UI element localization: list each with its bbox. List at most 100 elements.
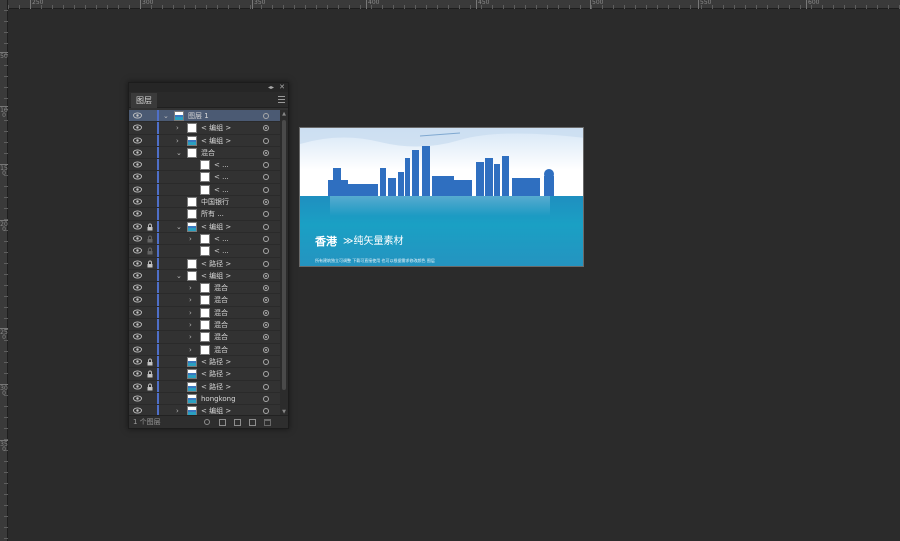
lock-icon[interactable] — [147, 370, 153, 378]
visibility-eye-icon[interactable] — [133, 173, 142, 181]
target-circle-icon[interactable] — [263, 395, 269, 402]
target-circle-icon[interactable] — [263, 346, 269, 353]
layer-row[interactable]: < ... — [129, 159, 280, 172]
layer-row[interactable]: › 混合 — [129, 306, 280, 320]
delete-layer-icon[interactable] — [264, 419, 271, 426]
layer-name[interactable]: < ... — [214, 184, 229, 196]
visibility-eye-icon[interactable] — [133, 124, 142, 131]
lock-icon[interactable] — [147, 247, 153, 255]
create-sublayer-icon[interactable] — [234, 419, 241, 426]
layer-row[interactable]: < ... — [129, 171, 280, 184]
layer-name[interactable]: 所有 ... — [201, 208, 224, 220]
layer-row[interactable]: › < 编组 > — [129, 122, 280, 135]
target-circle-icon[interactable] — [263, 125, 269, 132]
chevron-right-icon[interactable]: › — [189, 283, 192, 293]
layer-name[interactable]: < 路径 > — [201, 381, 231, 393]
layer-row[interactable]: ⌄ < 编组 > — [129, 220, 280, 233]
target-circle-icon[interactable] — [263, 322, 269, 329]
lock-icon[interactable] — [147, 235, 153, 243]
layer-name[interactable]: < 编组 > — [201, 122, 231, 134]
chevron-right-icon[interactable]: › — [176, 123, 179, 133]
target-circle-icon[interactable] — [263, 211, 269, 218]
chevron-right-icon[interactable]: › — [189, 295, 192, 305]
layer-name[interactable]: 混合 — [214, 282, 228, 294]
layer-name[interactable]: < ... — [214, 171, 229, 183]
chevron-right-icon[interactable]: › — [189, 332, 192, 342]
layer-row[interactable]: < 路径 > — [129, 380, 280, 393]
visibility-eye-icon[interactable] — [133, 346, 142, 353]
visibility-eye-icon[interactable] — [133, 407, 142, 414]
lock-icon[interactable] — [147, 358, 153, 366]
locate-object-icon[interactable] — [204, 419, 210, 425]
visibility-eye-icon[interactable] — [133, 296, 142, 304]
chevron-down-icon[interactable]: ⌄ — [176, 148, 182, 158]
layer-row[interactable]: < ... — [129, 183, 280, 197]
visibility-eye-icon[interactable] — [133, 161, 142, 168]
visibility-eye-icon[interactable] — [133, 112, 142, 119]
chevron-down-icon[interactable]: ⌄ — [163, 111, 169, 121]
layer-row[interactable]: › 混合 — [129, 282, 280, 295]
visibility-eye-icon[interactable] — [133, 370, 142, 377]
target-circle-icon[interactable] — [263, 408, 269, 415]
chevron-right-icon[interactable]: › — [189, 308, 192, 318]
chevron-right-icon[interactable]: › — [176, 136, 179, 146]
layer-name[interactable]: < ... — [214, 245, 229, 257]
layer-row[interactable]: ⌄ < 编组 > — [129, 269, 280, 283]
scroll-up-icon[interactable]: ▲ — [281, 111, 287, 117]
chevron-down-icon[interactable]: ⌄ — [176, 271, 182, 281]
artboard[interactable]: 香港 ≫纯矢量素材 所有建筑独立可调整 下载可直接使用 也可以根据需求修改颜色 … — [299, 127, 584, 267]
visibility-eye-icon[interactable] — [133, 382, 142, 390]
target-circle-icon[interactable] — [263, 383, 269, 390]
layer-name[interactable]: 混合 — [201, 147, 215, 159]
close-icon[interactable]: ✕ — [279, 83, 285, 92]
target-circle-icon[interactable] — [263, 297, 269, 304]
horizontal-ruler[interactable]: 250 300 350 400 450 500 550 600 — [8, 0, 900, 9]
new-layer-icon[interactable] — [249, 419, 256, 426]
layer-row[interactable]: ⌄ 图层 1 — [129, 110, 280, 123]
layer-row[interactable]: › < ... — [129, 232, 280, 246]
target-circle-icon[interactable] — [263, 285, 269, 292]
target-circle-icon[interactable] — [263, 248, 269, 255]
target-circle-icon[interactable] — [263, 113, 269, 119]
layer-row[interactable]: hongkong — [129, 392, 280, 406]
scroll-thumb[interactable] — [282, 120, 286, 390]
layer-name[interactable]: < 编组 > — [201, 135, 231, 147]
visibility-eye-icon[interactable] — [133, 149, 142, 156]
layer-name[interactable]: 混合 — [214, 319, 228, 331]
layer-row[interactable]: › 混合 — [129, 319, 280, 332]
chevron-down-icon[interactable]: ⌄ — [176, 222, 182, 232]
layer-name[interactable]: 中国银行 — [201, 196, 229, 208]
target-circle-icon[interactable] — [263, 235, 269, 242]
layer-name[interactable]: 混合 — [214, 294, 228, 306]
layer-name[interactable]: < 路径 > — [201, 356, 231, 368]
layer-name[interactable]: 混合 — [214, 344, 228, 356]
target-circle-icon[interactable] — [263, 162, 269, 169]
visibility-eye-icon[interactable] — [133, 321, 142, 328]
visibility-eye-icon[interactable] — [133, 223, 142, 230]
target-circle-icon[interactable] — [263, 334, 269, 341]
target-circle-icon[interactable] — [263, 199, 269, 206]
target-circle-icon[interactable] — [263, 272, 269, 279]
target-circle-icon[interactable] — [263, 260, 269, 267]
layer-name[interactable]: < 编组 > — [201, 221, 231, 233]
lock-icon[interactable] — [147, 223, 153, 231]
visibility-eye-icon[interactable] — [133, 395, 142, 402]
layers-scrollbar[interactable]: ▲ ▼ — [280, 110, 288, 416]
layer-row[interactable]: › < 编组 > — [129, 134, 280, 147]
tab-layers[interactable]: 图层 — [131, 93, 157, 108]
visibility-eye-icon[interactable] — [133, 260, 142, 267]
target-circle-icon[interactable] — [263, 309, 269, 316]
layer-row[interactable]: ⌄ 混合 — [129, 146, 280, 160]
target-circle-icon[interactable] — [263, 223, 269, 230]
layer-name[interactable]: hongkong — [201, 393, 236, 405]
layer-name[interactable]: < 路径 > — [201, 258, 231, 270]
layer-name[interactable]: < 路径 > — [201, 368, 231, 380]
target-circle-icon[interactable] — [263, 371, 269, 378]
collapse-panel-icon[interactable]: ◂▸ — [268, 83, 274, 92]
visibility-eye-icon[interactable] — [133, 284, 142, 291]
visibility-eye-icon[interactable] — [133, 247, 142, 254]
layer-name[interactable]: < ... — [214, 159, 229, 171]
visibility-eye-icon[interactable] — [133, 186, 142, 193]
layer-row[interactable]: 所有 ... — [129, 208, 280, 221]
layer-row[interactable]: › 混合 — [129, 294, 280, 307]
